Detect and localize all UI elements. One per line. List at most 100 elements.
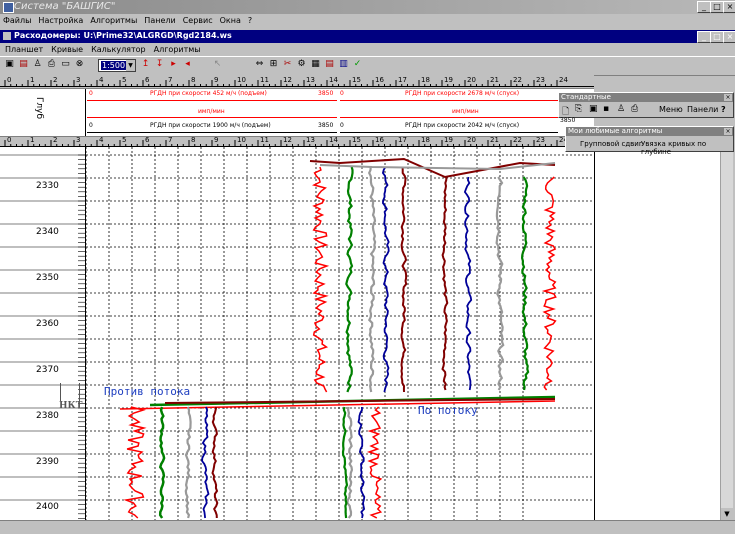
- menu-curves[interactable]: Кривые: [51, 45, 83, 54]
- ruler-tick-label: 8: [191, 76, 195, 84]
- filter-icon[interactable]: ⚙: [296, 59, 307, 70]
- menu-tablet[interactable]: Планшет: [5, 45, 43, 54]
- ruler-tick-label: 14: [329, 76, 338, 84]
- menu-help[interactable]: ?: [248, 16, 252, 25]
- app-title-bar: Система "БАШГИС" _ □ ×: [0, 0, 735, 14]
- print-icon[interactable]: ⎙: [46, 59, 57, 70]
- status-bar: [0, 520, 735, 534]
- ruler-tick-label: 9: [214, 76, 218, 84]
- ruler-tick-label: 4: [99, 76, 104, 84]
- child-minimize-icon[interactable]: _: [697, 31, 711, 43]
- ruler-tick-label: 13: [306, 76, 315, 84]
- cut-icon[interactable]: ✂: [282, 59, 293, 70]
- menu-child-algorithms[interactable]: Алгоритмы: [154, 45, 201, 54]
- child-title: Расходомеры: U:\Prime32\ALGRGD\Rgd2184.w…: [14, 31, 232, 40]
- child-restore-icon[interactable]: □: [710, 31, 724, 43]
- ruler-tick-label: 15: [352, 136, 361, 144]
- depth-match-button[interactable]: Увязка кривых по глубине: [641, 140, 733, 156]
- panel-panels-button[interactable]: Панели: [687, 105, 718, 114]
- curve1-name[interactable]: РГДН при скорости 452 м/ч (подъем): [150, 90, 267, 97]
- app-title: Система "БАШГИС": [14, 1, 116, 12]
- log-plot[interactable]: [0, 147, 720, 520]
- ruler-tick-label: 22: [513, 136, 522, 144]
- menu-panels[interactable]: Панели: [144, 16, 175, 25]
- curve1-line-2: [87, 117, 337, 118]
- ruler-tick-label: 6: [145, 136, 150, 144]
- curve-delete-icon[interactable]: ◂: [182, 59, 193, 70]
- ruler-tick-label: 16: [375, 136, 384, 144]
- curve-lower-mid-blue: [357, 406, 366, 519]
- ruler-tick-label: 20: [467, 136, 476, 144]
- copy-icon[interactable]: ⎘: [575, 104, 582, 114]
- minimize-icon[interactable]: _: [697, 1, 711, 13]
- ruler-tick-label: 2: [53, 76, 57, 84]
- ruler-tick-label: 7: [168, 76, 172, 84]
- preview-icon[interactable]: ▭: [60, 59, 71, 70]
- curve3-left: 0: [89, 122, 93, 129]
- log-plot-area[interactable]: [0, 147, 720, 520]
- chevron-down-icon[interactable]: ▼: [126, 60, 135, 71]
- grid-icon[interactable]: ⊞: [268, 59, 279, 70]
- panel-favorites-close-icon[interactable]: ×: [724, 128, 732, 135]
- curve-down-icon[interactable]: ↧: [154, 59, 165, 70]
- curve3-name[interactable]: РГДН при скорости 1900 м/ч (подъем): [150, 122, 271, 129]
- panel-favorites-title[interactable]: Мои любимые алгоритмы: [566, 127, 733, 136]
- panel-menu-button[interactable]: Меню: [659, 105, 683, 114]
- child-close-icon[interactable]: ×: [723, 31, 735, 43]
- ruler-tick-label: 3: [76, 136, 80, 144]
- curve1-left: 0: [89, 90, 93, 97]
- scale-select[interactable]: 1:500 ▼: [98, 59, 136, 72]
- save-all-icon[interactable]: ▣: [589, 104, 598, 114]
- cursor-icon[interactable]: ↖: [212, 59, 223, 70]
- ruler-tick-label: 1: [30, 76, 34, 84]
- check-icon[interactable]: ✓: [352, 59, 363, 70]
- curve4-name[interactable]: РГДН при скорости 2042 м/ч (спуск): [405, 122, 519, 129]
- menu-calculator[interactable]: Калькулятор: [91, 45, 146, 54]
- save-icon[interactable]: ▣: [4, 59, 15, 70]
- paste-icon[interactable]: ♙: [32, 59, 43, 70]
- menu-files[interactable]: Файлы: [3, 16, 31, 25]
- scroll-down-icon[interactable]: ▼: [721, 508, 733, 520]
- scale-icon[interactable]: ⇔: [254, 59, 265, 70]
- ruler-tick-label: 4: [99, 136, 104, 144]
- curve-add-icon[interactable]: ▸: [168, 59, 179, 70]
- panel-favorites[interactable]: Мои любимые алгоритмы × Групповой сдвиг …: [565, 126, 734, 156]
- menu-algorithms[interactable]: Алгоритмы: [90, 16, 137, 25]
- toolbar: ▣ ▤ ♙ ⎙ ▭ ⊗ 1:500 ▼ ↥ ↧ ▸ ◂ ↖ ⇔ ⊞ ✂ ⚙ ▦ …: [0, 56, 735, 76]
- layers-icon[interactable]: ▥: [338, 59, 349, 70]
- depth-label-2380: 2380: [36, 411, 59, 421]
- open-icon[interactable]: ▤: [18, 59, 29, 70]
- menu-windows[interactable]: Окна: [220, 16, 241, 25]
- menu-settings[interactable]: Настройка: [38, 16, 83, 25]
- ruler-tick-label: 17: [398, 76, 407, 84]
- disk-icon[interactable]: ▪: [603, 104, 609, 114]
- curve-up-icon[interactable]: ↥: [140, 59, 151, 70]
- panel-standard-title[interactable]: Стандартные: [559, 93, 733, 102]
- settings-icon[interactable]: ⊗: [74, 59, 85, 70]
- depth-label-2370: 2370: [36, 365, 59, 375]
- tool-icon[interactable]: ♙: [617, 104, 625, 114]
- curve2-name[interactable]: РГДН при скорости 2678 м/ч (спуск): [405, 90, 519, 97]
- curve2-unit: имп/мин: [452, 108, 479, 115]
- ruler-tick-label: 23: [536, 76, 545, 84]
- menu-service[interactable]: Сервис: [183, 16, 213, 25]
- group-shift-button[interactable]: Групповой сдвиг: [580, 140, 643, 148]
- chart-icon[interactable]: ▤: [324, 59, 335, 70]
- ruler-tick-label: 24: [559, 76, 568, 84]
- ruler-tick-label: 15: [352, 76, 361, 84]
- depth-label-2340: 2340: [36, 227, 59, 237]
- ruler-tick-label: 0: [7, 76, 11, 84]
- curve-downstream-maroon: [441, 177, 449, 391]
- vertical-scrollbar[interactable]: ▲ ▼: [720, 135, 733, 520]
- depth-label-2330: 2330: [36, 181, 59, 191]
- table-icon[interactable]: ▦: [310, 59, 321, 70]
- curve4-left: 0: [340, 122, 344, 129]
- ruler-tick-label: 11: [260, 136, 269, 144]
- ruler-tick-label: 9: [214, 136, 218, 144]
- maximize-icon[interactable]: □: [710, 1, 724, 13]
- close-icon[interactable]: ×: [723, 1, 735, 13]
- help-icon[interactable]: ?: [721, 105, 726, 114]
- panel-standard-close-icon[interactable]: ×: [724, 94, 732, 101]
- panel-standard[interactable]: Стандартные × 🗋 ⎘ ▣ ▪ ♙ ⎙ Меню Панели ?: [558, 92, 734, 118]
- panel-print-icon[interactable]: ⎙: [631, 104, 638, 114]
